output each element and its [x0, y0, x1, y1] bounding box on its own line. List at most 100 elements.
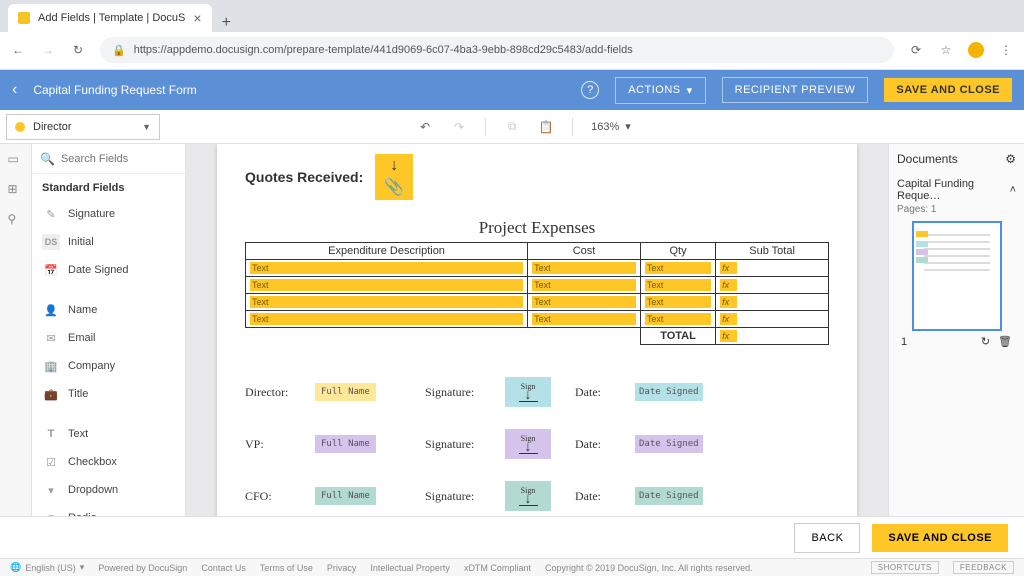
email-icon: ✉	[42, 330, 60, 346]
footer-link[interactable]: Contact Us	[201, 563, 246, 573]
field-signature[interactable]: ✎Signature	[32, 200, 185, 228]
zoom-dropdown[interactable]: 163%▾	[591, 120, 631, 133]
footer-link[interactable]: xDTM Compliant	[464, 563, 531, 573]
star-icon[interactable]: ☆	[938, 43, 954, 57]
field-title[interactable]: 💼Title	[32, 380, 185, 408]
name-field-tag[interactable]: Full Name	[315, 383, 376, 401]
attachment-field-tag[interactable]: ↓ 📎	[375, 154, 413, 200]
text-field-tag[interactable]: Text	[532, 262, 636, 274]
text-field-tag[interactable]: Text	[532, 279, 636, 291]
signature-field-tag[interactable]: Sign↓	[505, 481, 551, 511]
back-icon[interactable]: ←	[10, 43, 26, 57]
role-label: VP:	[245, 437, 315, 452]
save-and-close-button[interactable]: SAVE AND CLOSE	[884, 78, 1012, 102]
formula-field-tag[interactable]: fx	[720, 262, 737, 274]
field-dropdown[interactable]: ▾Dropdown	[32, 476, 185, 504]
footer-link[interactable]: Terms of Use	[260, 563, 313, 573]
paste-icon[interactable]: 📋	[538, 119, 554, 135]
title-icon: 💼	[42, 386, 60, 402]
browser-tab[interactable]: Add Fields | Template | DocuS ×	[8, 4, 212, 32]
signature-label: Signature:	[425, 385, 505, 400]
field-name[interactable]: 👤Name	[32, 296, 185, 324]
rotate-page-icon[interactable]: ↻	[981, 335, 990, 348]
main-area: ▭ ⊞ ⚲ 🔍 × Standard Fields ✎Signature DSI…	[0, 144, 1024, 564]
recipient-color-dot	[15, 122, 25, 132]
name-field-tag[interactable]: Full Name	[315, 435, 376, 453]
signature-field-tag[interactable]: Sign↓	[505, 377, 551, 407]
menu-icon[interactable]: ⋮	[998, 43, 1014, 57]
calendar-icon: 📅	[42, 262, 60, 278]
text-field-tag[interactable]: Text	[250, 262, 523, 274]
field-text[interactable]: TText	[32, 420, 185, 448]
url-bar[interactable]: 🔒 https://appdemo.docusign.com/prepare-t…	[100, 37, 894, 63]
formula-field-tag[interactable]: fx	[720, 279, 737, 291]
shortcuts-button[interactable]: SHORTCUTS	[871, 561, 939, 574]
search-input[interactable]	[61, 153, 186, 165]
field-email[interactable]: ✉Email	[32, 324, 185, 352]
date-label: Date:	[575, 385, 635, 400]
field-company[interactable]: 🏢Company	[32, 352, 185, 380]
search-icon: 🔍	[40, 152, 55, 166]
close-tab-icon[interactable]: ×	[193, 10, 201, 26]
delete-page-icon[interactable]: 🗑	[998, 335, 1012, 348]
text-field-tag[interactable]: Text	[532, 313, 636, 325]
language-selector[interactable]: 🌐 English (US) ▾	[10, 562, 84, 573]
field-checkbox[interactable]: ☑Checkbox	[32, 448, 185, 476]
profile-avatar[interactable]	[968, 42, 984, 58]
feedback-button[interactable]: FEEDBACK	[953, 561, 1014, 574]
gear-icon[interactable]: ⚙	[1005, 152, 1016, 166]
dropdown-icon: ▾	[42, 482, 60, 498]
text-field-tag[interactable]: Text	[645, 313, 711, 325]
date-field-tag[interactable]: Date Signed	[635, 383, 703, 401]
name-field-tag[interactable]: Full Name	[315, 487, 376, 505]
date-field-tag[interactable]: Date Signed	[635, 487, 703, 505]
footer-link[interactable]: Privacy	[327, 563, 357, 573]
text-field-tag[interactable]: Text	[645, 262, 711, 274]
recipient-name: Director	[33, 121, 72, 133]
field-date-signed[interactable]: 📅Date Signed	[32, 256, 185, 284]
back-button[interactable]: BACK	[794, 523, 860, 553]
actions-dropdown[interactable]: ACTIONS▾	[615, 77, 705, 104]
field-initial[interactable]: DSInitial	[32, 228, 185, 256]
document-item[interactable]: Capital Funding Reque… ˄	[897, 178, 1016, 202]
date-field-tag[interactable]: Date Signed	[635, 435, 703, 453]
formula-field-tag[interactable]: fx	[720, 313, 737, 325]
formula-field-tag[interactable]: fx	[720, 330, 737, 342]
footer: 🌐 English (US) ▾ Powered by DocuSign Con…	[0, 558, 1024, 576]
text-field-tag[interactable]: Text	[250, 296, 523, 308]
custom-rail-icon[interactable]: ⊞	[8, 182, 24, 198]
new-tab-button[interactable]: +	[212, 14, 241, 32]
person-icon: 👤	[42, 302, 60, 318]
save-and-close-button-bottom[interactable]: SAVE AND CLOSE	[872, 524, 1008, 552]
footer-link[interactable]: Intellectual Property	[370, 563, 450, 573]
checkbox-icon: ☑	[42, 454, 60, 470]
date-label: Date:	[575, 489, 635, 504]
find-rail-icon[interactable]: ⚲	[8, 212, 24, 228]
recipient-selector[interactable]: Director ▼	[6, 114, 160, 140]
date-label: Date:	[575, 437, 635, 452]
left-rail: ▭ ⊞ ⚲	[0, 144, 32, 564]
text-field-tag[interactable]: Text	[645, 296, 711, 308]
separator	[485, 118, 486, 136]
text-field-tag[interactable]: Text	[250, 313, 523, 325]
recipient-preview-button[interactable]: RECIPIENT PREVIEW	[722, 77, 869, 103]
text-field-tag[interactable]: Text	[532, 296, 636, 308]
canvas[interactable]: Quotes Received: ↓ 📎 Project Expenses Ex…	[186, 144, 888, 564]
action-bar: BACK SAVE AND CLOSE	[0, 516, 1024, 558]
reload-icon[interactable]: ↻	[70, 43, 86, 57]
fields-rail-icon[interactable]: ▭	[8, 152, 24, 168]
back-chevron-icon[interactable]: ‹	[12, 81, 17, 99]
formula-field-tag[interactable]: fx	[720, 296, 737, 308]
pages-label: Pages: 1	[897, 204, 1016, 215]
help-icon[interactable]: ?	[581, 81, 599, 99]
url-text: https://appdemo.docusign.com/prepare-tem…	[134, 44, 633, 56]
text-field-tag[interactable]: Text	[645, 279, 711, 291]
paperclip-icon: 📎	[384, 177, 404, 197]
signature-label: Signature:	[425, 489, 505, 504]
undo-icon[interactable]: ↶	[417, 119, 433, 135]
page-thumbnail[interactable]	[912, 221, 1002, 331]
copyright: Copyright © 2019 DocuSign, Inc. All righ…	[545, 563, 753, 573]
signature-field-tag[interactable]: Sign↓	[505, 429, 551, 459]
text-field-tag[interactable]: Text	[250, 279, 523, 291]
sync-icon[interactable]: ⟳	[908, 43, 924, 57]
